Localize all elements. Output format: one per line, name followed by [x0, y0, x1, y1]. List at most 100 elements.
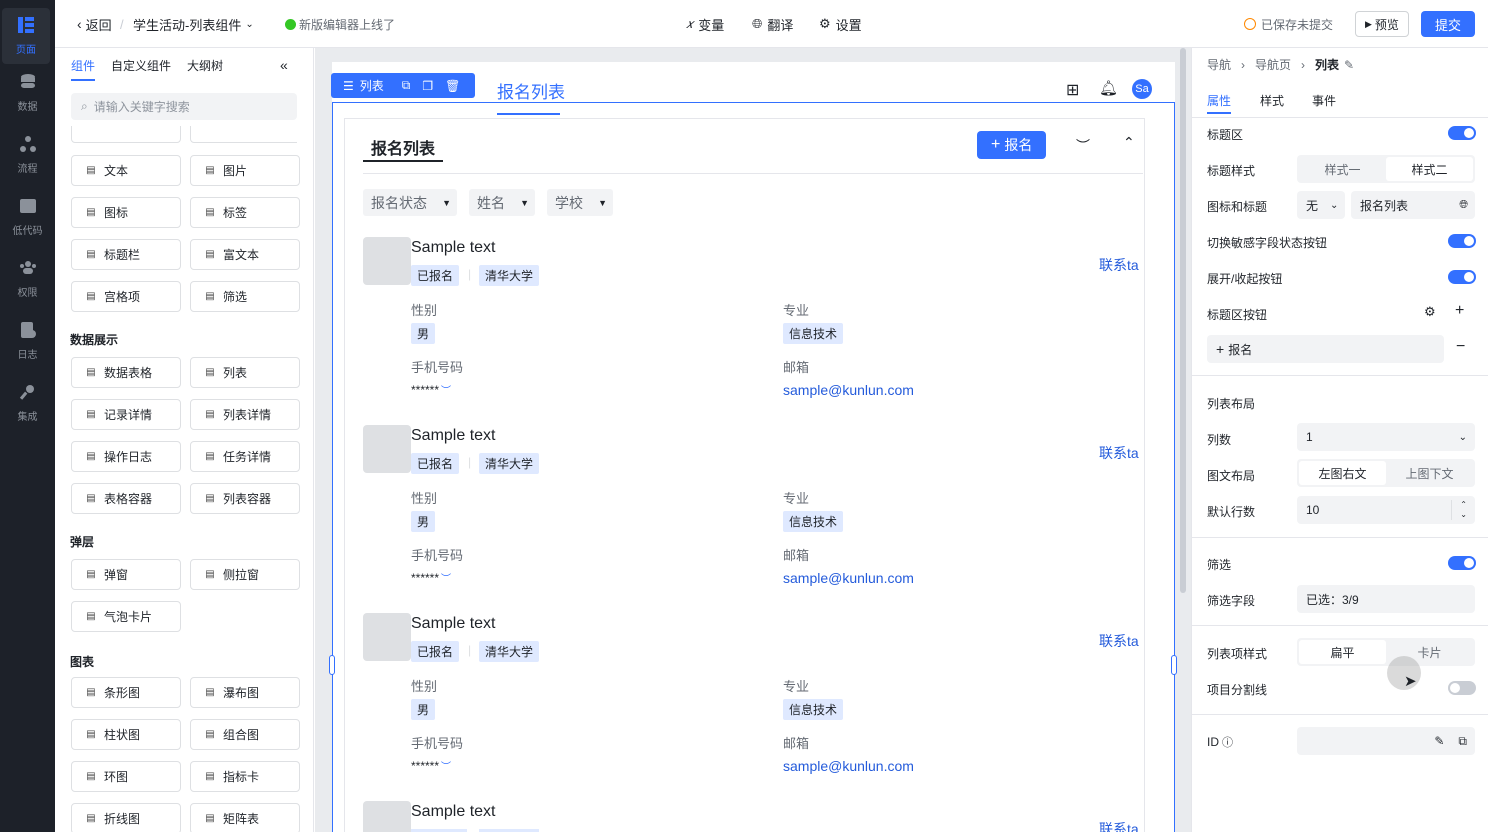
eye-closed-icon[interactable]: ︶ — [441, 574, 451, 585]
component-item[interactable]: ▤ 图标 — [71, 197, 181, 228]
component-item[interactable] — [190, 126, 297, 143]
bell-icon[interactable]: 🔔︎ — [1099, 79, 1118, 97]
edit-icon[interactable]: ✎ — [1434, 734, 1444, 748]
component-item[interactable]: ▤ 瀑布图 — [190, 677, 300, 708]
tab-custom-components[interactable]: 自定义组件 — [111, 48, 171, 82]
component-search[interactable]: ⌕ 请输入关键字搜索 — [71, 93, 297, 120]
tab-components[interactable]: 组件 — [71, 48, 95, 82]
id-field[interactable]: ✎ ⧉ — [1297, 727, 1475, 755]
component-item[interactable]: ▤ 筛选 — [190, 281, 300, 312]
img-layout-left[interactable]: 左图右文 — [1299, 461, 1386, 485]
gear-icon[interactable]: ⚙ — [1424, 304, 1436, 320]
component-item[interactable]: ▤ 列表详情 — [190, 399, 300, 430]
title-area-toggle[interactable] — [1448, 126, 1476, 140]
divider-toggle[interactable] — [1448, 681, 1476, 695]
avatar[interactable]: Sa — [1132, 79, 1152, 99]
component-item[interactable]: ▤ 矩阵表 — [190, 803, 300, 832]
component-item[interactable]: ▤ 条形图 — [71, 677, 181, 708]
nav-item-4[interactable]: 权限 — [0, 251, 55, 307]
component-item[interactable]: ▤ 图片 — [190, 155, 300, 186]
component-item[interactable] — [71, 126, 181, 143]
eye-closed-icon[interactable]: ︶ — [441, 386, 451, 397]
edit-icon[interactable]: ✎ — [1344, 58, 1354, 72]
back-button[interactable]: ‹ 返回 — [77, 0, 112, 48]
copy-icon[interactable]: ⧉ — [402, 78, 411, 93]
delete-icon[interactable]: 🗑︎ — [445, 79, 460, 93]
component-item[interactable]: ▤ 表格容器 — [71, 483, 181, 514]
component-item[interactable]: ▤ 标签 — [190, 197, 300, 228]
contact-link[interactable]: 联系ta — [1099, 443, 1139, 463]
component-item[interactable]: ▤ 柱状图 — [71, 719, 181, 750]
component-item[interactable]: ▤ 文本 — [71, 155, 181, 186]
page-title[interactable]: 报名列表 — [497, 78, 565, 103]
component-item[interactable]: ▤ 组合图 — [190, 719, 300, 750]
tab-attributes[interactable]: 属性 — [1207, 92, 1231, 109]
title-button-item[interactable]: + 报名 — [1207, 335, 1444, 363]
duplicate-icon[interactable]: ❐ — [422, 79, 433, 93]
nav-item-5[interactable]: 日志 — [0, 313, 55, 369]
component-item[interactable]: ▤ 列表容器 — [190, 483, 300, 514]
component-item[interactable]: ▤ 标题栏 — [71, 239, 181, 270]
nav-item-0[interactable]: 页面 — [2, 8, 50, 64]
component-item[interactable]: ▤ 气泡卡片 — [71, 601, 181, 632]
component-item[interactable]: ▤ 弹窗 — [71, 559, 181, 590]
globe-icon[interactable]: 🌐︎ — [1459, 199, 1468, 212]
expand-toggle[interactable] — [1448, 270, 1476, 284]
contact-link[interactable]: 联系ta — [1099, 255, 1139, 275]
component-item[interactable]: ▤ 宫格项 — [71, 281, 181, 312]
list-component[interactable] — [344, 118, 1145, 832]
resize-handle-right[interactable] — [1171, 655, 1177, 675]
submit-button[interactable]: 提交 — [1421, 11, 1476, 37]
component-item[interactable]: ▤ 记录详情 — [71, 399, 181, 430]
title-style-option-2[interactable]: 样式二 — [1386, 157, 1473, 181]
filter-dropdown[interactable]: 学校 ▼ — [547, 189, 613, 216]
eye-closed-icon[interactable]: ︶ — [441, 762, 451, 773]
contact-link[interactable]: 联系ta — [1099, 631, 1139, 651]
tab-style[interactable]: 样式 — [1260, 92, 1284, 109]
email-link[interactable]: sample@kunlun.com — [783, 758, 914, 774]
component-item[interactable]: ▤ 环图 — [71, 761, 181, 792]
eye-closed-icon[interactable]: ︶ — [1076, 136, 1090, 156]
component-item[interactable]: ▤ 折线图 — [71, 803, 181, 832]
email-link[interactable]: sample@kunlun.com — [783, 570, 914, 586]
collapse-panel-icon[interactable]: « — [280, 48, 288, 82]
sensitive-toggle[interactable] — [1448, 234, 1476, 248]
filter-dropdown[interactable]: 报名状态 ▼ — [363, 189, 457, 216]
page-selector[interactable]: 学生活动-列表组件 ⌄ — [133, 0, 254, 48]
plus-icon[interactable]: + — [1455, 302, 1464, 320]
rows-stepper[interactable]: 10 ⌃ ⌄ — [1297, 496, 1475, 524]
contact-link[interactable]: 联系ta — [1099, 819, 1139, 832]
grid-icon[interactable]: ⊞ — [1066, 80, 1079, 100]
chevron-up-icon[interactable]: ⌃ — [1123, 134, 1135, 151]
nav-item-6[interactable]: 集成 — [0, 375, 55, 431]
minus-icon[interactable]: − — [1456, 338, 1465, 356]
icon-select[interactable]: 无 ⌄ — [1297, 191, 1345, 219]
component-item[interactable]: ▤ 操作日志 — [71, 441, 181, 472]
component-item[interactable]: ▤ 指标卡 — [190, 761, 300, 792]
email-link[interactable]: sample@kunlun.com — [783, 382, 914, 398]
canvas-scrollbar[interactable] — [1180, 48, 1186, 593]
filter-field-select[interactable]: 已选：3/9 — [1297, 585, 1475, 613]
nav-item-1[interactable]: 数据 — [0, 65, 55, 121]
translate-button[interactable]: 🌐︎ 翻译 — [752, 0, 793, 48]
stepper-arrows-icon[interactable]: ⌃ ⌄ — [1451, 500, 1467, 520]
tab-outline-tree[interactable]: 大纲树 — [187, 48, 223, 82]
component-item[interactable]: ▤ 富文本 — [190, 239, 300, 270]
title-input[interactable]: 报名列表 🌐︎ — [1351, 191, 1475, 219]
title-style-option-1[interactable]: 样式一 — [1299, 157, 1386, 181]
columns-select[interactable]: 1 ⌄ — [1297, 423, 1475, 451]
notice-link[interactable]: 新版编辑器上线了 — [285, 0, 395, 48]
settings-button[interactable]: ⚙ 设置 — [819, 0, 862, 48]
item-style-flat[interactable]: 扁平 — [1299, 640, 1386, 664]
tab-events[interactable]: 事件 — [1312, 92, 1336, 109]
info-icon[interactable]: ⓘ — [1222, 737, 1233, 749]
resize-handle-left[interactable] — [329, 655, 335, 675]
filter-toggle[interactable] — [1448, 556, 1476, 570]
component-item[interactable]: ▤ 任务详情 — [190, 441, 300, 472]
component-item[interactable]: ▤ 数据表格 — [71, 357, 181, 388]
add-registration-button[interactable]: + 报名 — [977, 131, 1047, 159]
nav-item-2[interactable]: 流程 — [0, 127, 55, 183]
preview-button[interactable]: ▶ 预览 — [1355, 11, 1409, 37]
img-layout-top[interactable]: 上图下文 — [1386, 461, 1473, 485]
component-item[interactable]: ▤ 侧拉窗 — [190, 559, 300, 590]
